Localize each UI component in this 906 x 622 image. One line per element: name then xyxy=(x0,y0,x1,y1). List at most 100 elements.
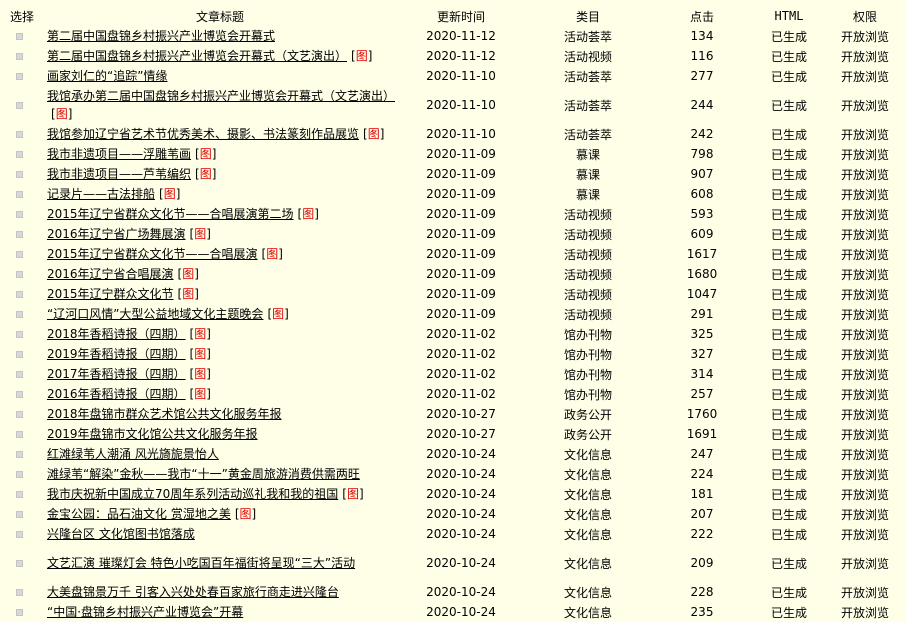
table-row: 第二届中国盘锦乡村振兴产业博览会开幕式 2020-11-12 活动荟萃 134 已生成 开… xyxy=(0,26,906,46)
row-updated: 2020-11-12 xyxy=(426,49,496,63)
row-title-wrap: 金宝公园：品石油文化 赏湿地之美 [图] xyxy=(44,505,396,523)
image-tag: [图] xyxy=(189,387,211,401)
article-title-link[interactable]: 2015年辽宁省群众文化节——合唱展演 xyxy=(47,247,258,261)
row-checkbox[interactable] xyxy=(16,491,23,498)
row-checkbox[interactable] xyxy=(16,191,23,198)
table-row: 2015年辽宁省群众文化节——合唱展演第二场 [图] 2020-11-09 活动视频 5… xyxy=(0,204,906,224)
image-tag: [图] xyxy=(189,327,211,341)
row-checkbox[interactable] xyxy=(16,391,23,398)
article-title-link[interactable]: “辽河口风情”大型公益地域文化主题晚会 xyxy=(47,307,263,321)
table-row: 我市非遗项目——芦苇编织 [图] 2020-11-09 慕课 907 已生成 开放浏览 xyxy=(0,164,906,184)
article-title-link[interactable]: 2018年盘锦市群众艺术馆公共文化服务年报 xyxy=(47,407,282,421)
row-checkbox[interactable] xyxy=(16,471,23,478)
article-title-link[interactable]: 大美盘锦景万千 引客入兴处处春百家旅行商走进兴隆台 xyxy=(47,585,339,599)
row-checkbox[interactable] xyxy=(16,311,23,318)
row-clicks: 235 xyxy=(690,605,714,619)
row-title-cell: 金宝公园：品石油文化 赏湿地之美 [图] xyxy=(44,504,396,524)
row-category: 活动荟萃 xyxy=(563,98,612,113)
row-checkbox[interactable] xyxy=(16,589,23,596)
row-title-wrap: 红滩绿苇人潮涌 风光旖旎景怡人 xyxy=(44,445,396,463)
row-checkbox[interactable] xyxy=(16,131,23,138)
article-title-link[interactable]: 红滩绿苇人潮涌 风光旖旎景怡人 xyxy=(47,447,219,461)
row-html-status: 已生成 xyxy=(770,527,807,542)
row-checkbox[interactable] xyxy=(16,351,23,358)
row-category: 馆办刊物 xyxy=(563,367,612,382)
row-title-wrap: “辽河口风情”大型公益地域文化主题晚会 [图] xyxy=(44,305,396,323)
row-checkbox[interactable] xyxy=(16,331,23,338)
row-checkbox[interactable] xyxy=(16,560,23,567)
row-checkbox[interactable] xyxy=(16,411,23,418)
row-checkbox[interactable] xyxy=(16,53,23,60)
article-title-link[interactable]: 滩绿苇“解染”金秋——我市“十一”黄金周旅游消费供需两旺 xyxy=(47,467,360,481)
article-title-link[interactable]: 2015年辽宁省群众文化节——合唱展演第二场 xyxy=(47,207,294,221)
row-checkbox[interactable] xyxy=(16,291,23,298)
row-title-wrap: 2018年盘锦市群众艺术馆公共文化服务年报 xyxy=(44,405,396,423)
row-title-cell: 我市非遗项目——芦苇编织 [图] xyxy=(44,164,396,184)
row-checkbox[interactable] xyxy=(16,451,23,458)
article-title-link[interactable]: 兴隆台区 文化馆图书馆落成 xyxy=(47,527,195,541)
article-title-link[interactable]: 我馆参加辽宁省艺术节优秀美术、摄影、书法篆刻作品展览 xyxy=(47,127,359,141)
article-title-link[interactable]: 我市非遗项目——浮雕苇画 xyxy=(47,147,191,161)
header-html: HTML xyxy=(754,6,824,26)
row-title-cell: 2019年盘锦市文化馆公共文化服务年报 xyxy=(44,424,396,444)
row-select-cell xyxy=(0,424,44,444)
image-tag: [图] xyxy=(195,167,217,181)
article-title-link[interactable]: 2017年香稻诗报（四期） xyxy=(47,367,186,381)
image-tag: [图] xyxy=(261,247,283,261)
row-select-cell xyxy=(0,124,44,144)
row-title-wrap: 第二届中国盘锦乡村振兴产业博览会开幕式 xyxy=(44,27,396,45)
row-select-cell xyxy=(0,602,44,622)
row-checkbox[interactable] xyxy=(16,231,23,238)
article-title-link[interactable]: 我市非遗项目——芦苇编织 xyxy=(47,167,191,181)
article-title-link[interactable]: 文艺汇演 璀璨灯会 特色小吃国百年福街将呈现“三大”活动 xyxy=(47,556,355,570)
image-tag-label: 图 xyxy=(239,507,252,521)
row-title-wrap: 2016年辽宁省广场舞展演 [图] xyxy=(44,225,396,243)
article-title-link[interactable]: 我馆承办第二届中国盘锦乡村振兴产业博览会开幕式（文艺演出） xyxy=(47,89,395,103)
row-checkbox[interactable] xyxy=(16,531,23,538)
row-checkbox[interactable] xyxy=(16,73,23,80)
row-checkbox[interactable] xyxy=(16,171,23,178)
article-title-link[interactable]: “中国·盘锦乡村振兴产业博览会”开幕 xyxy=(47,605,243,619)
row-permission: 开放浏览 xyxy=(840,387,889,402)
row-checkbox[interactable] xyxy=(16,271,23,278)
row-checkbox[interactable] xyxy=(16,102,23,109)
article-title-link[interactable]: 2019年香稻诗报（四期） xyxy=(47,347,186,361)
image-tag-label: 图 xyxy=(182,267,195,281)
row-title-cell: 2015年辽宁群众文化节 [图] xyxy=(44,284,396,304)
row-clicks: 327 xyxy=(690,347,714,361)
image-tag-label: 图 xyxy=(194,327,207,341)
article-title-link[interactable]: 2016年辽宁省合唱展演 xyxy=(47,267,174,281)
row-checkbox[interactable] xyxy=(16,151,23,158)
row-updated: 2020-11-10 xyxy=(426,69,496,83)
article-title-link[interactable]: 第二届中国盘锦乡村振兴产业博览会开幕式（文艺演出） xyxy=(47,49,347,63)
article-title-link[interactable]: 画家刘仁的“追踪”情缘 xyxy=(47,69,167,83)
image-tag: [图] xyxy=(177,267,199,281)
row-checkbox[interactable] xyxy=(16,211,23,218)
row-updated: 2020-10-24 xyxy=(426,507,496,521)
row-checkbox[interactable] xyxy=(16,251,23,258)
row-title-wrap: “中国·盘锦乡村振兴产业博览会”开幕 xyxy=(44,603,396,621)
article-title-link[interactable]: 2016年辽宁省广场舞展演 xyxy=(47,227,186,241)
image-tag-label: 图 xyxy=(355,49,368,63)
row-updated: 2020-11-02 xyxy=(426,347,496,361)
row-permission: 开放浏览 xyxy=(840,227,889,242)
row-html-status: 已生成 xyxy=(770,487,807,502)
row-checkbox[interactable] xyxy=(16,33,23,40)
row-checkbox[interactable] xyxy=(16,511,23,518)
row-permission: 开放浏览 xyxy=(840,556,889,571)
article-title-link[interactable]: 2019年盘锦市文化馆公共文化服务年报 xyxy=(47,427,258,441)
row-category: 活动荟萃 xyxy=(563,29,612,44)
article-title-link[interactable]: 2015年辽宁群众文化节 xyxy=(47,287,174,301)
article-title-link[interactable]: 2016年香稻诗报（四期） xyxy=(47,387,186,401)
row-checkbox[interactable] xyxy=(16,609,23,616)
article-title-link[interactable]: 2018年香稻诗报（四期） xyxy=(47,327,186,341)
row-category: 馆办刊物 xyxy=(563,387,612,402)
row-checkbox[interactable] xyxy=(16,431,23,438)
row-title-cell: 大美盘锦景万千 引客入兴处处春百家旅行商走进兴隆台 xyxy=(44,582,396,602)
article-title-link[interactable]: 金宝公园：品石油文化 赏湿地之美 xyxy=(47,507,231,521)
article-title-link[interactable]: 我市庆祝新中国成立70周年系列活动巡礼我和我的祖国 xyxy=(47,487,338,501)
row-checkbox[interactable] xyxy=(16,371,23,378)
article-title-link[interactable]: 第二届中国盘锦乡村振兴产业博览会开幕式 xyxy=(47,29,275,43)
image-tag-label: 图 xyxy=(302,207,315,221)
article-title-link[interactable]: 记录片——古法排船 xyxy=(47,187,155,201)
